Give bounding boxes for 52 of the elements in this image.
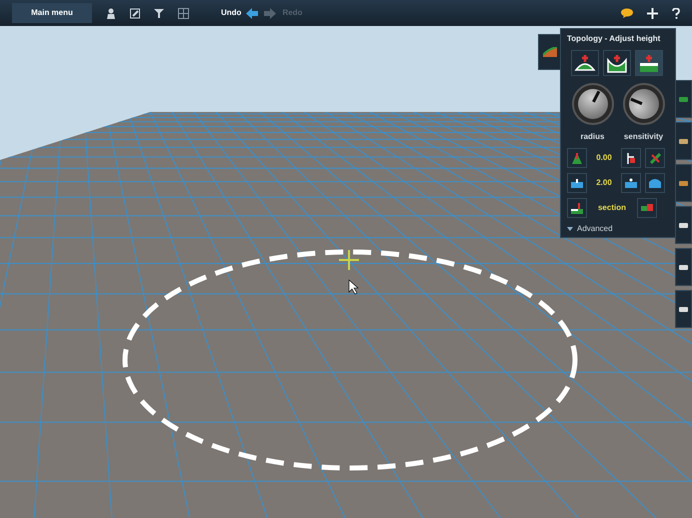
mode-button[interactable]: [571, 50, 599, 76]
terrain-mode-icon: [606, 54, 628, 72]
knob-label: sensitivity: [624, 131, 664, 143]
basin-icon: [649, 178, 661, 188]
section-end-button[interactable]: [637, 198, 657, 218]
triangle-icon: [567, 226, 573, 232]
mouse-cursor-icon: [348, 279, 359, 294]
mode-button[interactable]: [603, 50, 631, 76]
height-value: 0.00: [595, 152, 613, 164]
person-icon[interactable]: [106, 8, 116, 18]
water-level-button[interactable]: [621, 173, 641, 193]
side-tool-button[interactable]: [675, 248, 692, 286]
knob-label: radius: [580, 131, 604, 143]
section-label: section: [596, 202, 627, 214]
pick-button[interactable]: [645, 148, 665, 168]
knob[interactable]: [572, 83, 614, 125]
cone-button[interactable]: [567, 148, 587, 168]
side-tool-button[interactable]: [675, 164, 692, 202]
main-menu-button[interactable]: Main menu: [12, 3, 92, 23]
side-tool-button[interactable]: [675, 122, 692, 160]
gauge-icon: [626, 152, 636, 164]
grid-icon[interactable]: [178, 8, 189, 18]
section-tool-icon: [571, 202, 583, 214]
right-arrow-icon: [264, 8, 276, 18]
terrain-mode-icon: [638, 54, 660, 72]
terrain-icon: [542, 47, 556, 57]
water-button[interactable]: [567, 173, 587, 193]
cone-icon: [572, 152, 582, 164]
step-value: 2.00: [595, 177, 613, 189]
pick-icon: [650, 152, 660, 164]
advanced-toggle[interactable]: Advanced: [567, 223, 669, 235]
filter-icon[interactable]: [154, 8, 164, 18]
crosshair-icon: [338, 249, 360, 271]
section-end-icon: [641, 204, 653, 212]
help-icon[interactable]: [672, 8, 680, 18]
plus-icon[interactable]: [647, 8, 658, 18]
water-icon: [571, 178, 583, 188]
left-arrow-icon: [246, 8, 258, 18]
undo-button[interactable]: Undo: [221, 7, 258, 19]
speech-bubble-icon[interactable]: [621, 8, 633, 18]
basin-button[interactable]: [645, 173, 665, 193]
terrain-tab[interactable]: [538, 34, 561, 70]
terrain-mode-icon: [574, 54, 596, 72]
knob[interactable]: [622, 83, 664, 125]
water-level-icon: [625, 178, 637, 188]
mode-button[interactable]: [635, 50, 663, 76]
gauge-button[interactable]: [621, 148, 641, 168]
edit-icon[interactable]: [130, 8, 140, 18]
section-tool-button[interactable]: [567, 198, 587, 218]
panel-title: Topology - Adjust height: [567, 33, 662, 45]
side-tool-button[interactable]: [675, 290, 692, 328]
side-tool-button[interactable]: [675, 206, 692, 244]
